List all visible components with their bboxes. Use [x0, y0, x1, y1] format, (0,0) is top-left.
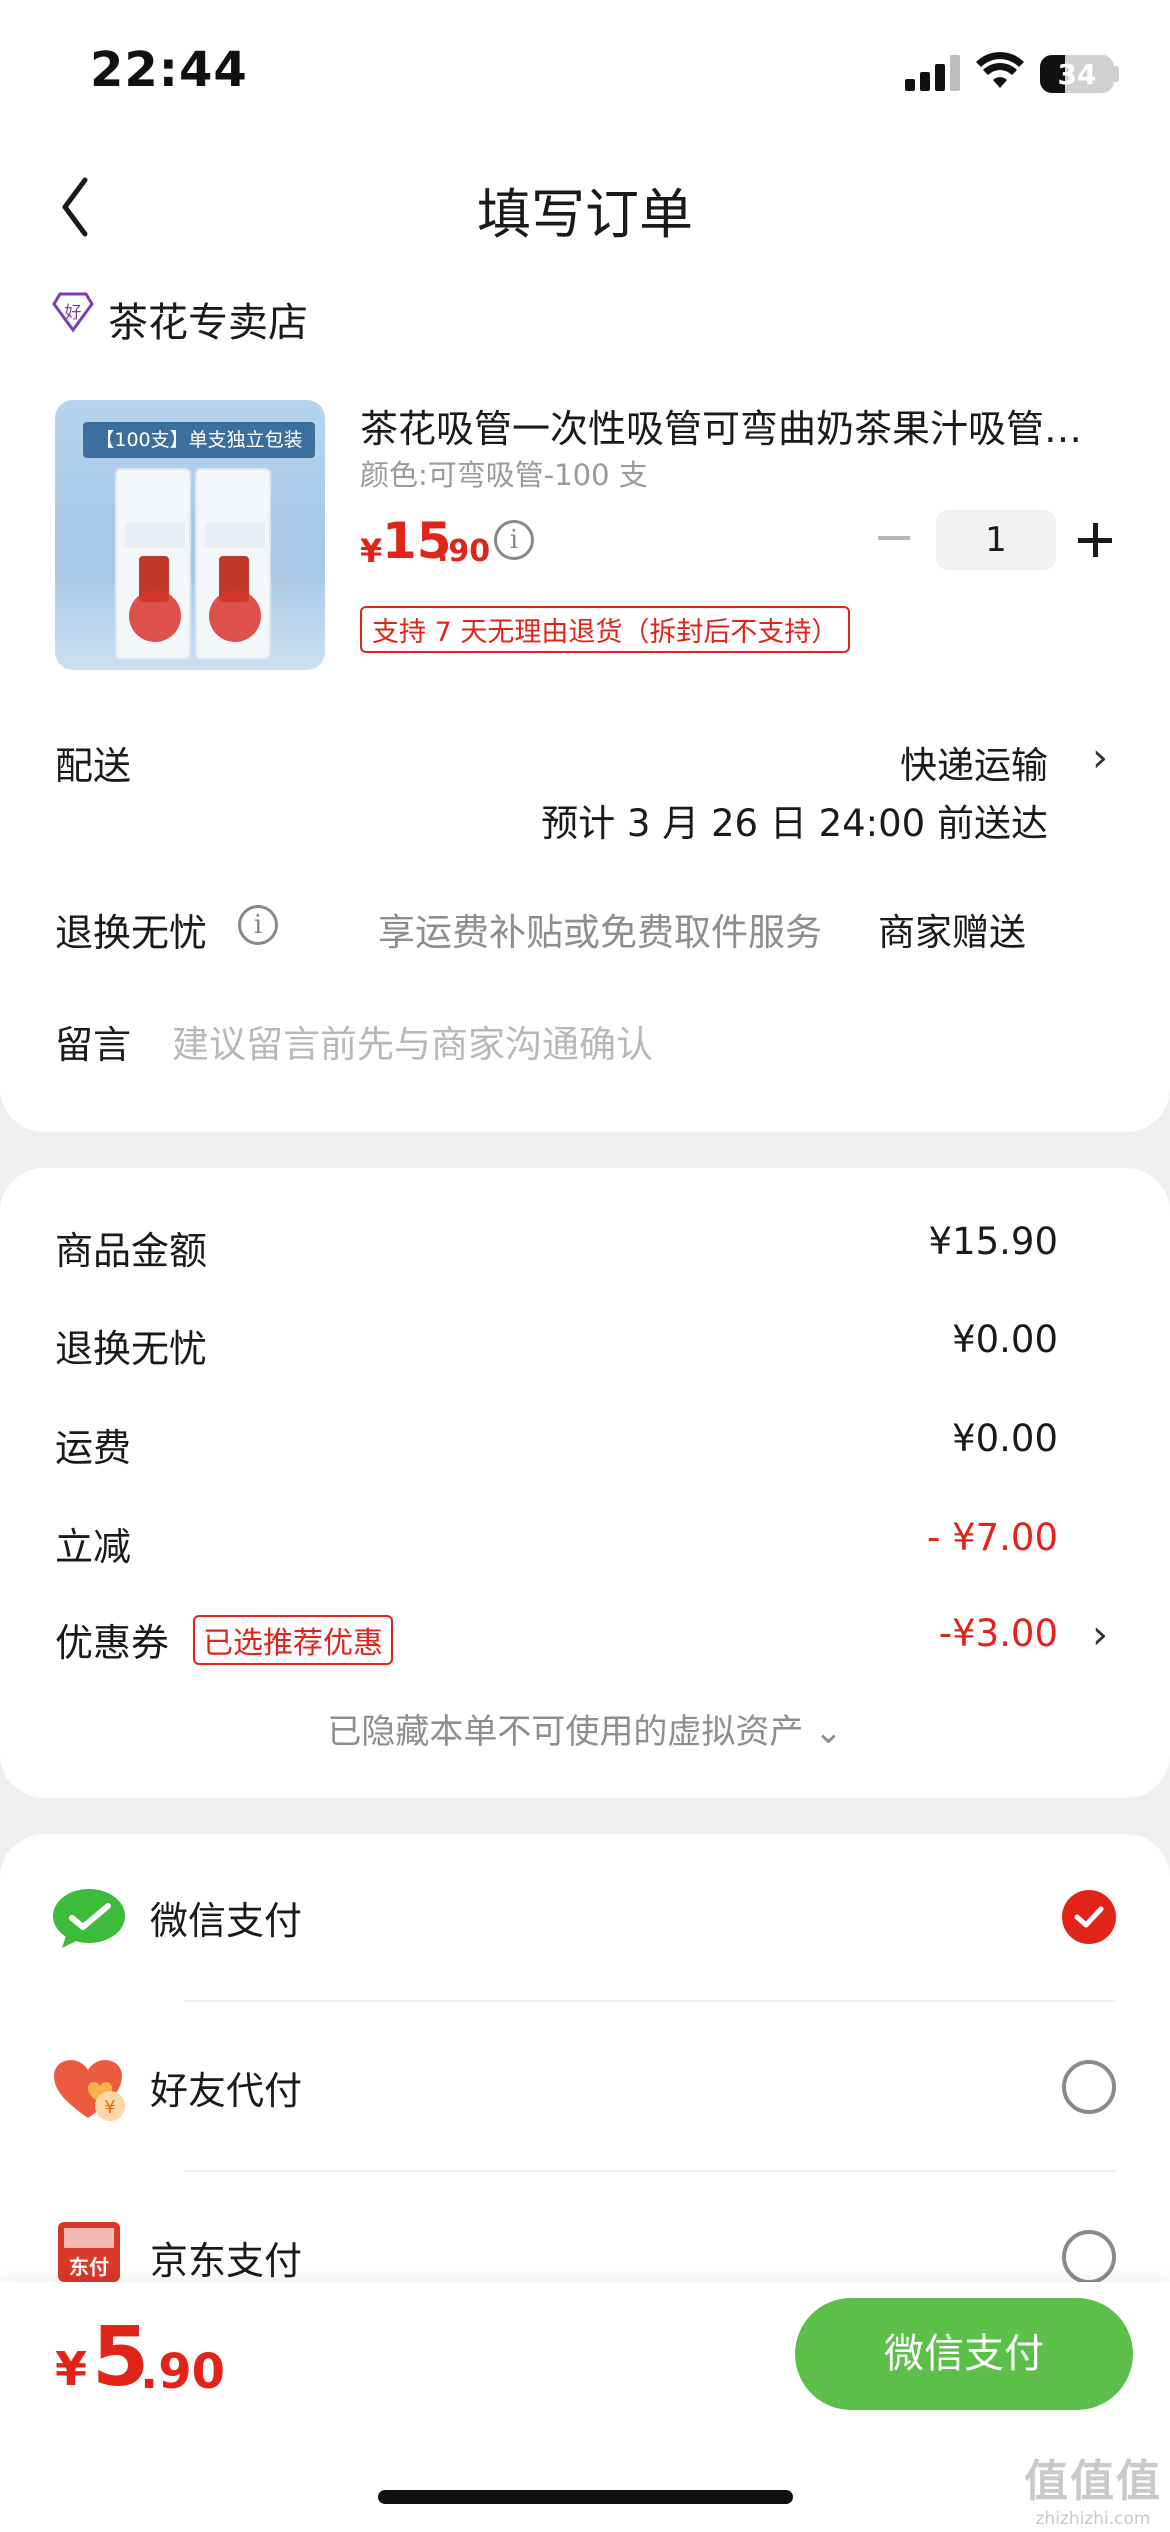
return-policy-badge: 支持 7 天无理由退货（拆封后不支持） — [360, 606, 851, 653]
delivery-method[interactable]: 快递运输 — [900, 735, 1048, 789]
payment-method-wechat-label[interactable]: 微信支付 — [150, 1890, 302, 1945]
pay-button[interactable]: 微信支付 — [795, 2298, 1133, 2410]
divider — [185, 2000, 1115, 2002]
summary-item-worryfree-value: ¥0.00 — [952, 1318, 1058, 1361]
summary-item-shipping-label: 运费 — [55, 1426, 132, 1470]
summary-item-coupon-value[interactable]: -¥3.00 — [939, 1612, 1058, 1655]
summary-item-discount-label: 立减 — [55, 1525, 132, 1569]
summary-item-coupon-label: 优惠券 — [55, 1621, 170, 1665]
worry-free-value: 商家赠送 — [878, 911, 1026, 954]
worry-free-label: 退换无忧 — [55, 911, 208, 955]
hidden-assets-toggle[interactable]: 已隐藏本单不可使用的虚拟资产 ⌄ — [0, 1704, 1170, 1753]
coupon-badge[interactable]: 已选推荐优惠 — [193, 1615, 393, 1665]
watermark: 值值值 zhizhizhi.com — [1018, 2445, 1168, 2529]
total-decimal: .90 — [140, 2344, 226, 2400]
friend-pay-heart-icon: ¥ — [54, 2060, 125, 2121]
message-label: 留言 — [55, 1023, 132, 1067]
delivery-label: 配送 — [55, 744, 132, 788]
battery-icon: 34 — [1040, 55, 1114, 93]
worry-free-info-icon[interactable]: i — [238, 905, 278, 945]
wechat-pay-icon — [53, 1889, 125, 1948]
svg-text:好: 好 — [65, 303, 82, 323]
watermark-logo: 值值值 — [1024, 2456, 1162, 2507]
summary-item-discount-value: - ¥7.00 — [926, 1516, 1058, 1559]
payment-method-jd-label[interactable]: 京东支付 — [150, 2230, 302, 2285]
quantity-plus-icon[interactable] — [1093, 523, 1098, 557]
payment-jd-radio[interactable] — [1062, 2230, 1116, 2284]
price-decimal: .90 — [437, 534, 491, 569]
payment-wechat-radio[interactable] — [1062, 1890, 1116, 1944]
jd-icon-text: 东付 — [69, 2255, 109, 2279]
price-info-icon[interactable]: i — [494, 520, 534, 560]
check-icon — [1074, 1906, 1104, 1928]
total-symbol: ¥ — [55, 2342, 88, 2396]
home-indicator[interactable] — [378, 2490, 793, 2504]
chevron-right-icon[interactable]: › — [1092, 735, 1108, 781]
payment-method-friend-label[interactable]: 好友代付 — [150, 2060, 302, 2115]
product-image[interactable]: 【100支】单支独立包装 — [55, 400, 325, 670]
delivery-eta: 预计 3 月 26 日 24:00 前送达 — [541, 802, 1048, 845]
summary-item-goods-label: 商品金额 — [55, 1229, 208, 1273]
status-time: 22:44 — [90, 42, 248, 98]
straw-pack-left — [115, 468, 191, 660]
straw-pack-right — [195, 468, 271, 660]
quantity-minus-button[interactable] — [878, 536, 910, 540]
svg-text:¥: ¥ — [104, 2097, 115, 2118]
wifi-icon — [976, 52, 1024, 88]
page-title: 填写订单 — [477, 183, 693, 246]
summary-item-shipping-value: ¥0.00 — [952, 1417, 1058, 1460]
battery-cap — [1114, 66, 1119, 82]
summary-item-worryfree-label: 退换无忧 — [55, 1327, 208, 1371]
message-input[interactable]: 建议留言前先与商家沟通确认 — [172, 1014, 653, 1068]
quantity-input[interactable]: 1 — [936, 510, 1056, 570]
battery-level: 34 — [1057, 58, 1097, 91]
payment-friend-radio[interactable] — [1062, 2060, 1116, 2114]
worry-free-service: 享运费补贴或免费取件服务 — [378, 911, 822, 954]
shop-diamond-icon: 好 — [52, 292, 94, 333]
product-image-banner: 【100支】单支独立包装 — [83, 422, 315, 458]
coupon-chevron-icon[interactable]: › — [1092, 1612, 1108, 1658]
watermark-url: zhizhizhi.com — [1035, 2509, 1151, 2529]
product-spec[interactable]: 颜色:可弯吸管-100 支 — [360, 452, 648, 494]
product-title[interactable]: 茶花吸管一次性吸管可弯曲奶茶果汁吸管独立包装 — [360, 398, 1120, 453]
price-symbol: ¥ — [360, 532, 383, 570]
summary-item-goods-value: ¥15.90 — [928, 1220, 1058, 1263]
signal-icon — [905, 55, 961, 91]
shop-name[interactable]: 茶花专卖店 — [108, 290, 308, 348]
divider — [185, 2170, 1115, 2172]
jd-pay-icon: 东付 — [58, 2222, 120, 2282]
